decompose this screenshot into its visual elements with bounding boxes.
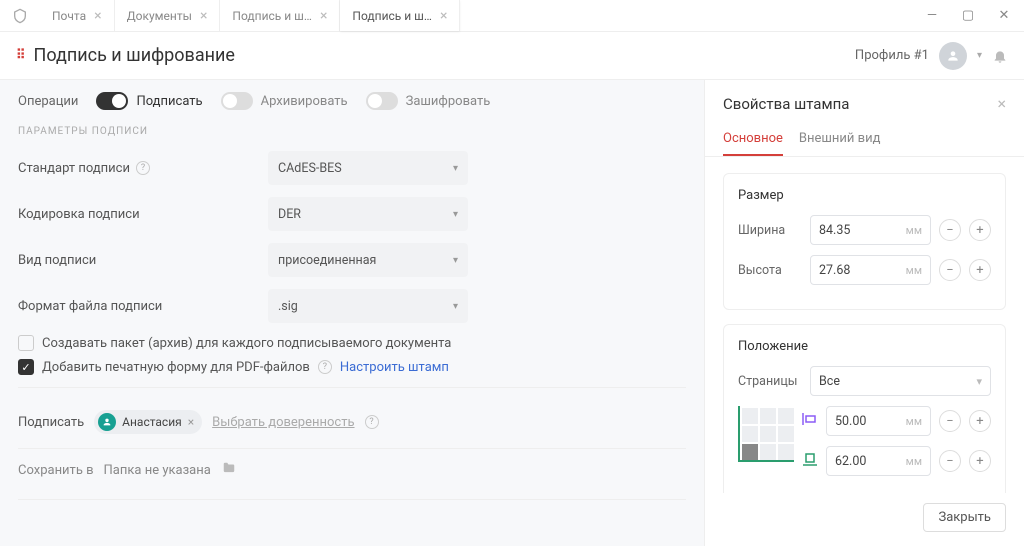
anchor-cell[interactable] xyxy=(778,426,794,442)
size-card: Размер Ширина 84.35мм − + Высота 27.68мм… xyxy=(723,173,1006,310)
select-encoding[interactable]: DER▾ xyxy=(268,197,468,231)
help-icon[interactable]: ? xyxy=(318,360,332,374)
close-button[interactable]: ✕ xyxy=(988,0,1020,32)
sign-label: Подписать xyxy=(18,415,84,430)
anchor-grid xyxy=(738,406,794,462)
chevron-down-icon[interactable]: ▾ xyxy=(977,50,982,61)
toggle-archive[interactable] xyxy=(221,92,253,110)
configure-stamp-link[interactable]: Настроить штамп xyxy=(340,360,449,375)
help-icon[interactable]: ? xyxy=(365,415,379,429)
save-label: Сохранить в xyxy=(18,463,94,478)
panel-title: Свойства штампа xyxy=(723,95,849,113)
user-avatar-icon xyxy=(98,413,116,431)
increment-button[interactable]: + xyxy=(969,410,991,432)
folder-icon[interactable] xyxy=(221,461,237,479)
close-button[interactable]: Закрыть xyxy=(923,503,1006,532)
toggle-encrypt[interactable] xyxy=(366,92,398,110)
tab-bar: Почта× Документы× Подпись и шиф...× Подп… xyxy=(40,0,916,31)
anchor-cell[interactable] xyxy=(760,444,776,460)
page-header: ⠿ Подпись и шифрование Профиль #1 ▾ xyxy=(0,32,1024,80)
width-label: Ширина xyxy=(738,223,802,238)
decrement-button[interactable]: − xyxy=(939,259,961,281)
decrement-button[interactable]: − xyxy=(939,450,961,472)
decrement-button[interactable]: − xyxy=(939,219,961,241)
anchor-cell[interactable] xyxy=(760,426,776,442)
close-icon[interactable]: × xyxy=(440,8,447,24)
user-chip[interactable]: Анастасия × xyxy=(94,410,202,434)
save-folder: Папка не указана xyxy=(104,463,211,478)
divider xyxy=(18,448,686,449)
chevron-down-icon: ▾ xyxy=(453,209,458,220)
y-input[interactable]: 62.00мм xyxy=(826,446,931,476)
toggle-sign[interactable] xyxy=(96,92,128,110)
label-type: Вид подписи xyxy=(18,253,268,268)
avatar[interactable] xyxy=(939,42,967,70)
checkbox-archive[interactable] xyxy=(18,335,34,351)
anchor-cell[interactable] xyxy=(760,408,776,424)
tab-sign-1[interactable]: Подпись и шиф...× xyxy=(220,0,340,31)
chevron-down-icon: ▾ xyxy=(453,255,458,266)
page-title: Подпись и шифрование xyxy=(34,45,235,66)
align-vertical-icon xyxy=(802,452,818,470)
height-label: Высота xyxy=(738,263,802,278)
help-icon[interactable]: ? xyxy=(136,161,150,175)
anchor-cell[interactable] xyxy=(778,408,794,424)
align-horizontal-icon xyxy=(802,412,818,430)
tab-documents[interactable]: Документы× xyxy=(115,0,221,31)
close-panel-icon[interactable]: × xyxy=(997,94,1006,113)
label-format: Формат файла подписи xyxy=(18,299,268,314)
tab-sign-2[interactable]: Подпись и шиф...× xyxy=(340,0,460,31)
app-logo-icon xyxy=(0,8,40,24)
increment-button[interactable]: + xyxy=(969,219,991,241)
width-input[interactable]: 84.35мм xyxy=(810,215,931,245)
anchor-cell[interactable] xyxy=(742,408,758,424)
titlebar: Почта× Документы× Подпись и шиф...× Подп… xyxy=(0,0,1024,32)
increment-button[interactable]: + xyxy=(969,259,991,281)
pages-select[interactable]: Все▾ xyxy=(810,366,991,396)
close-icon[interactable]: × xyxy=(200,8,207,24)
anchor-cell[interactable] xyxy=(742,426,758,442)
increment-button[interactable]: + xyxy=(969,450,991,472)
window-controls: — ▢ ✕ xyxy=(916,0,1024,32)
select-type[interactable]: присоединенная▾ xyxy=(268,243,468,277)
bell-icon[interactable] xyxy=(992,48,1008,64)
profile-label[interactable]: Профиль #1 xyxy=(855,48,929,63)
divider xyxy=(18,387,686,388)
maximize-button[interactable]: ▢ xyxy=(952,0,984,32)
proxy-link[interactable]: Выбрать доверенность xyxy=(212,415,354,430)
pages-label: Страницы xyxy=(738,374,802,389)
minimize-button[interactable]: — xyxy=(916,0,948,32)
section-title: ПАРАМЕТРЫ ПОДПИСИ xyxy=(18,126,686,137)
chevron-down-icon: ▾ xyxy=(976,375,982,388)
tab-main[interactable]: Основное xyxy=(723,123,783,156)
chevron-down-icon: ▾ xyxy=(453,301,458,312)
label-encoding: Кодировка подписи xyxy=(18,207,268,222)
tab-mail[interactable]: Почта× xyxy=(40,0,115,31)
close-icon[interactable]: × xyxy=(320,8,327,24)
select-format[interactable]: .sig▾ xyxy=(268,289,468,323)
label-standard: Стандарт подписи? xyxy=(18,161,268,176)
stamp-properties-panel: Свойства штампа × Основное Внешний вид Р… xyxy=(704,80,1024,546)
tab-appearance[interactable]: Внешний вид xyxy=(799,123,881,156)
close-icon[interactable]: × xyxy=(94,8,101,24)
divider xyxy=(18,499,686,500)
anchor-cell[interactable] xyxy=(742,444,758,460)
x-input[interactable]: 50.00мм xyxy=(826,406,931,436)
operations-label: Операции xyxy=(18,94,78,109)
checkbox-pdf[interactable]: ✓ xyxy=(18,359,34,375)
anchor-cell[interactable] xyxy=(778,444,794,460)
remove-chip-icon[interactable]: × xyxy=(188,415,194,429)
operations-row: Операции Подписать Архивировать Зашифров… xyxy=(18,92,686,110)
select-standard[interactable]: CAdES-BES▾ xyxy=(268,151,468,185)
apps-grid-icon[interactable]: ⠿ xyxy=(16,48,24,63)
height-input[interactable]: 27.68мм xyxy=(810,255,931,285)
position-card: Положение Страницы Все▾ xyxy=(723,324,1006,493)
decrement-button[interactable]: − xyxy=(939,410,961,432)
main-content: Операции Подписать Архивировать Зашифров… xyxy=(0,80,704,546)
chevron-down-icon: ▾ xyxy=(453,163,458,174)
